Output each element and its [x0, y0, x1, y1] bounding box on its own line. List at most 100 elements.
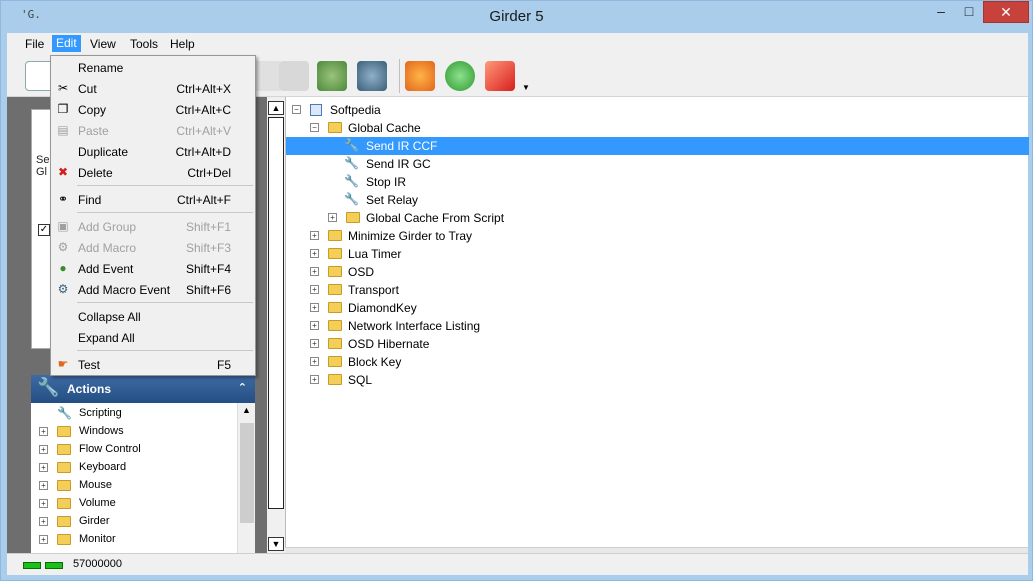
binoculars-icon: ⚭ [57, 192, 69, 206]
folder-icon [57, 498, 71, 509]
actions-item-windows[interactable]: + Windows [31, 423, 231, 441]
actions-item-mouse[interactable]: + Mouse [31, 477, 231, 495]
tree-node-sql[interactable]: + SQL [286, 371, 1029, 389]
collapse-icon[interactable]: − [292, 105, 301, 114]
actions-item-volume[interactable]: + Volume [31, 495, 231, 513]
expand-icon[interactable]: + [310, 375, 319, 384]
expand-icon[interactable]: + [310, 285, 319, 294]
menu-item-find[interactable]: ⚭ Find Ctrl+Alt+F [51, 189, 255, 210]
menu-item-expand-all[interactable]: Expand All [51, 327, 255, 348]
menu-item-cut[interactable]: ✂ Cut Ctrl+Alt+X [51, 78, 255, 99]
actions-header[interactable]: 🔧 Actions ⌃ [31, 375, 255, 403]
menu-item-collapse-all[interactable]: Collapse All [51, 306, 255, 327]
expand-icon[interactable]: + [310, 303, 319, 312]
list-item: Volume [79, 497, 116, 509]
refresh-toolbar-icon[interactable] [445, 61, 475, 91]
menu-edit[interactable]: Edit [52, 35, 81, 52]
expand-icon[interactable]: + [39, 463, 48, 472]
collapse-chevron-icon[interactable]: ⌃ [238, 381, 247, 394]
folder-icon [328, 356, 342, 367]
edit-menu-dropdown: Rename ✂ Cut Ctrl+Alt+X ❐ Copy Ctrl+Alt+… [50, 55, 256, 376]
toolbar-overflow-icon[interactable]: ▼ [522, 83, 530, 92]
expand-icon[interactable]: + [310, 231, 319, 240]
menu-item-test[interactable]: ☛ Test F5 [51, 354, 255, 375]
test-toolbar-icon[interactable] [405, 61, 435, 91]
close-button[interactable]: ✕ [983, 1, 1029, 23]
menu-item-duplicate[interactable]: Duplicate Ctrl+Alt+D [51, 141, 255, 162]
menu-file[interactable]: File [21, 36, 48, 53]
scroll-thumb[interactable] [240, 423, 254, 523]
scroll-up-icon[interactable]: ▲ [242, 405, 251, 415]
collapse-icon[interactable]: − [310, 123, 319, 132]
tree-node-label: Transport [348, 283, 399, 297]
menu-item-shortcut: Shift+F4 [185, 262, 231, 276]
menu-item-paste[interactable]: ▤ Paste Ctrl+Alt+V [51, 120, 255, 141]
tree-root[interactable]: − Softpedia [286, 101, 1029, 119]
expand-icon[interactable]: + [310, 339, 319, 348]
settings-disabled-icon[interactable] [279, 61, 309, 91]
tree-node-stop-ir[interactable]: 🔧 Stop IR [286, 173, 1029, 191]
tree-node-block-key[interactable]: + Block Key [286, 353, 1029, 371]
card-checkbox[interactable]: ✓ [38, 224, 50, 236]
actions-item-monitor[interactable]: + Monitor [31, 531, 231, 549]
expand-icon[interactable]: + [39, 445, 48, 454]
menu-item-add-macro-event[interactable]: ⚙ Add Macro Event Shift+F6 [51, 279, 255, 300]
splitter-scrollbar[interactable]: ▲ ▼ [267, 97, 285, 553]
tree-node-global-cache[interactable]: − Global Cache [286, 119, 1029, 137]
tree-node-global-cache-from-script[interactable]: + Global Cache From Script [286, 209, 1029, 227]
tree-node-network-interface-listing[interactable]: + Network Interface Listing [286, 317, 1029, 335]
expand-icon[interactable]: + [39, 499, 48, 508]
list-item: Scripting [79, 407, 122, 419]
expand-icon[interactable]: + [39, 535, 48, 544]
add-event-toolbar-icon[interactable] [317, 61, 347, 91]
menu-item-add-macro[interactable]: ⚙ Add Macro Shift+F3 [51, 237, 255, 258]
menu-item-copy[interactable]: ❐ Copy Ctrl+Alt+C [51, 99, 255, 120]
menu-item-add-group[interactable]: ▣ Add Group Shift+F1 [51, 216, 255, 237]
minimize-button[interactable]: – [927, 1, 955, 23]
actions-item-scripting[interactable]: 🔧 Scripting [31, 405, 231, 423]
tree-node-lua-timer[interactable]: + Lua Timer [286, 245, 1029, 263]
actions-item-girder[interactable]: + Girder [31, 513, 231, 531]
menu-item-label: Collapse All [78, 310, 141, 324]
menu-item-add-event[interactable]: ● Add Event Shift+F4 [51, 258, 255, 279]
expand-icon[interactable]: + [310, 321, 319, 330]
tree-node-label: Lua Timer [348, 247, 402, 261]
tree-node-osd-hibernate[interactable]: + OSD Hibernate [286, 335, 1029, 353]
actions-item-keyboard[interactable]: + Keyboard [31, 459, 231, 477]
menu-item-label: Paste [78, 124, 109, 138]
tree-node-transport[interactable]: + Transport [286, 281, 1029, 299]
folder-icon [57, 426, 71, 437]
expand-icon[interactable]: + [310, 249, 319, 258]
tree-node-set-relay[interactable]: 🔧 Set Relay [286, 191, 1029, 209]
expand-icon[interactable]: + [328, 213, 337, 222]
menu-view[interactable]: View [86, 36, 120, 53]
expand-icon[interactable]: + [310, 267, 319, 276]
expand-icon[interactable]: + [39, 517, 48, 526]
stop-toolbar-icon[interactable] [485, 61, 515, 91]
tree-node-diamondkey[interactable]: + DiamondKey [286, 299, 1029, 317]
title-bar[interactable]: 'G. Girder 5 – □ ✕ [1, 1, 1032, 33]
expand-icon[interactable]: + [39, 427, 48, 436]
actions-item-flow-control[interactable]: + Flow Control [31, 441, 231, 459]
menu-tools[interactable]: Tools [126, 36, 162, 53]
tree-node-minimize-girder[interactable]: + Minimize Girder to Tray [286, 227, 1029, 245]
scroll-thumb[interactable] [268, 117, 284, 509]
menu-item-label: Delete [78, 166, 113, 180]
expand-icon[interactable]: + [39, 481, 48, 490]
folder-icon [328, 266, 342, 277]
actions-scrollbar[interactable]: ▲ [237, 403, 255, 553]
tree-node-send-ir-ccf[interactable]: 🔧 Send IR CCF [286, 137, 1029, 155]
add-item-disabled-icon[interactable] [252, 61, 282, 91]
add-macro-event-toolbar-icon[interactable] [357, 61, 387, 91]
menu-item-rename[interactable]: Rename [51, 57, 255, 78]
maximize-button[interactable]: □ [955, 1, 983, 23]
tree-node-osd[interactable]: + OSD [286, 263, 1029, 281]
menu-item-delete[interactable]: ✖ Delete Ctrl+Del [51, 162, 255, 183]
scroll-up-icon[interactable]: ▲ [268, 101, 284, 115]
tree-node-send-ir-gc[interactable]: 🔧 Send IR GC [286, 155, 1029, 173]
menu-item-shortcut: Ctrl+Alt+D [175, 145, 231, 159]
scroll-down-icon[interactable]: ▼ [268, 537, 284, 551]
expand-icon[interactable]: + [310, 357, 319, 366]
menu-help[interactable]: Help [166, 36, 199, 53]
menu-item-label: Add Group [78, 220, 137, 234]
